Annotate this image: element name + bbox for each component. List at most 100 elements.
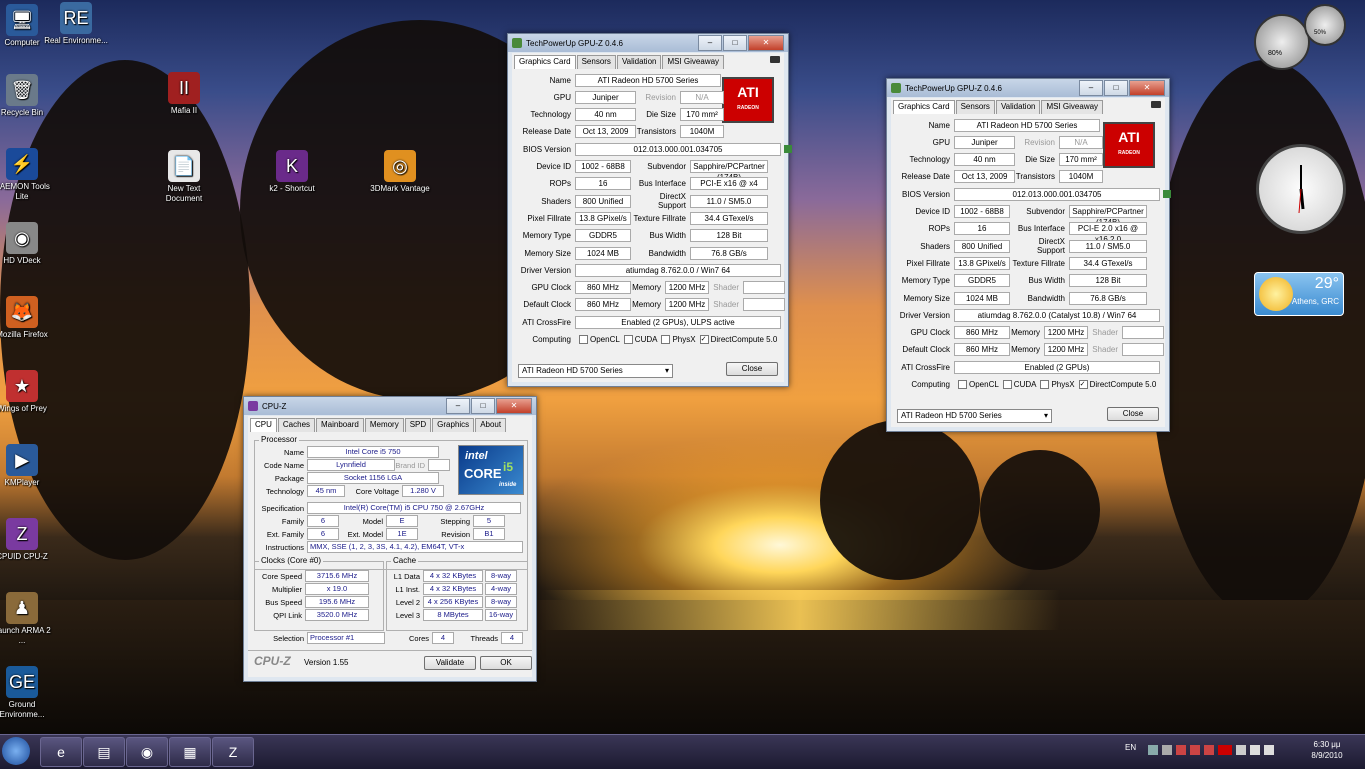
desktop-icon[interactable]: ▶ KMPlayer [0,444,54,488]
gpuz-titlebar[interactable]: TechPowerUp GPU-Z 0.4.6 – □ ✕ [508,34,788,52]
clock-gadget[interactable] [1256,144,1346,234]
gpuz-window-1[interactable]: TechPowerUp GPU-Z 0.4.6 – □ ✕ Graphics C… [507,33,792,387]
tab-cpu[interactable]: CPU [250,418,277,432]
checkbox-directcompute-5-0[interactable]: ✓ [699,335,709,344]
clock[interactable]: 6:30 μμ 8/9/2010 [1302,739,1352,761]
gpu-select[interactable]: ATI Radeon HD 5700 Series ▾ [518,364,673,378]
desktop-icon[interactable]: ⚡ DAEMON Tools Lite [0,148,54,202]
close-button[interactable]: Close [1107,407,1159,421]
cpuz-titlebar[interactable]: CPU-Z – □ ✕ [244,397,536,415]
close-button[interactable]: Close [726,362,778,376]
close-window-button[interactable]: ✕ [1129,80,1165,96]
explorer-taskbar-icon[interactable]: ▤ [83,737,125,767]
maximize-button[interactable]: □ [723,35,747,51]
tab-graphics-card[interactable]: Graphics Card [893,100,955,114]
close-window-button[interactable]: ✕ [748,35,784,51]
desktop-icon[interactable]: Kk2 - Shortcut [260,150,324,194]
tab-sensors[interactable]: Sensors [955,100,995,114]
checkbox-label: OpenCL [590,335,620,344]
tab-sensors[interactable]: Sensors [576,55,616,69]
tab-validation[interactable]: Validation [616,55,662,69]
checkbox-physx[interactable] [1040,380,1050,389]
value: PCI-E 2.0 x16 @ x16 2.0 [1069,222,1147,244]
desktop-icon[interactable]: Z CPUID CPU-Z [0,518,54,562]
label: Die Size [1025,155,1055,165]
tray-icon[interactable] [1236,745,1246,755]
camera-icon[interactable] [1151,101,1161,108]
desktop-icon[interactable]: ★ Wings of Prey [0,370,54,414]
firefox-taskbar-icon[interactable]: ◉ [126,737,168,767]
desktop-icon[interactable]: 🗑 Recycle Bin [0,74,54,118]
value: Sapphire/PCPartner (174B) [1069,205,1147,227]
tab-about[interactable]: About [475,418,507,432]
minimize-button[interactable]: – [446,398,470,414]
checkbox-cuda[interactable] [1002,380,1012,389]
tab-graphics[interactable]: Graphics [432,418,475,432]
tray-icon[interactable] [1204,745,1214,755]
language-indicator[interactable]: EN [1125,743,1136,752]
bus-speed-value: 195.6 MHz [305,596,369,608]
desktop-icon[interactable]: RE Real Environme... [44,2,108,46]
desktop-icon[interactable]: GE Ground Environme... [0,666,54,720]
tray-icon[interactable] [1218,745,1232,755]
gpu-select[interactable]: ATI Radeon HD 5700 Series ▾ [897,409,1052,423]
tray-icons[interactable] [1148,745,1288,755]
validate-button[interactable]: Validate [424,656,476,670]
3dmark-vantage-icon: ◎ [384,150,416,182]
maximize-button[interactable]: □ [1104,80,1128,96]
ok-button[interactable]: OK [480,656,532,670]
desktop-icon[interactable]: 📄 New Text Document [152,150,216,204]
checkbox-cuda[interactable] [623,335,633,344]
close-window-button[interactable]: ✕ [496,398,532,414]
gpuz-taskbar-icon[interactable]: ▦ [169,737,211,767]
tab-mainboard[interactable]: Mainboard [316,418,364,432]
tab-msi-giveaway[interactable]: MSI Giveaway [662,55,725,69]
tray-icon[interactable] [1148,745,1158,755]
network-icon[interactable] [1250,745,1260,755]
camera-icon[interactable] [770,56,780,63]
gpuz-row: GPU Juniper Revision N/A [516,90,724,104]
tab-msi-giveaway[interactable]: MSI Giveaway [1041,100,1104,114]
ati-radeon-logo: ATI RADEON [1103,122,1155,168]
tab-graphics-card[interactable]: Graphics Card [514,55,576,69]
start-button[interactable] [2,737,30,765]
checkbox-opencl[interactable] [579,335,588,344]
checkbox-physx[interactable] [661,335,671,344]
cpu-meter-gadget[interactable]: 80% 50% [1254,4,1346,70]
tab-memory[interactable]: Memory [364,418,404,432]
tab-validation[interactable]: Validation [995,100,1041,114]
maximize-button[interactable]: □ [471,398,495,414]
tray-icon[interactable] [1162,745,1172,755]
minimize-button[interactable]: – [698,35,722,51]
tray-icon[interactable] [1176,745,1186,755]
minimize-button[interactable]: – [1079,80,1103,96]
value: Juniper [954,135,1015,149]
volume-icon[interactable] [1264,745,1274,755]
tray-icon[interactable] [1190,745,1200,755]
label: GPU Clock [910,328,950,338]
tab-caches[interactable]: Caches [277,418,316,432]
chevron-down-icon: ▾ [664,366,669,375]
label: Family [281,516,304,526]
cpuz-taskbar-icon[interactable]: Z [212,737,254,767]
weather-gadget[interactable]: 29° Athens, GRC [1254,272,1344,316]
cpuz-window[interactable]: CPU-Z – □ ✕ CPU Caches Mainboard Memory SPD G… [243,396,537,682]
label: Device ID [915,207,950,216]
checkbox-directcompute-5-0[interactable]: ✓ [1078,380,1088,389]
save-bios-icon[interactable] [784,145,792,154]
desktop-icon[interactable]: ♟ Launch ARMA 2 ... [0,592,54,646]
gpuz-titlebar[interactable]: TechPowerUp GPU-Z 0.4.6 – □ ✕ [887,79,1169,97]
gpuz-window-2[interactable]: TechPowerUp GPU-Z 0.4.6 – □ ✕ Graphics C… [886,78,1171,432]
checkbox-opencl[interactable] [958,380,967,389]
ie-taskbar-icon[interactable]: e [40,737,82,767]
processor-select[interactable]: Processor #1 [307,632,385,644]
temperature: 29° [1314,275,1339,292]
desktop-icon[interactable]: II Mafia II [152,72,216,116]
desktop-icon[interactable]: 🦊 Mozilla Firefox [0,296,54,340]
save-bios-icon[interactable] [1163,190,1171,199]
label: Package [274,473,304,483]
shader-clock-value [1122,343,1164,357]
tab-spd[interactable]: SPD [404,418,432,432]
desktop-icon[interactable]: ◉ HD VDeck [0,222,54,266]
desktop-icon[interactable]: ◎ 3DMark Vantage [368,150,432,194]
